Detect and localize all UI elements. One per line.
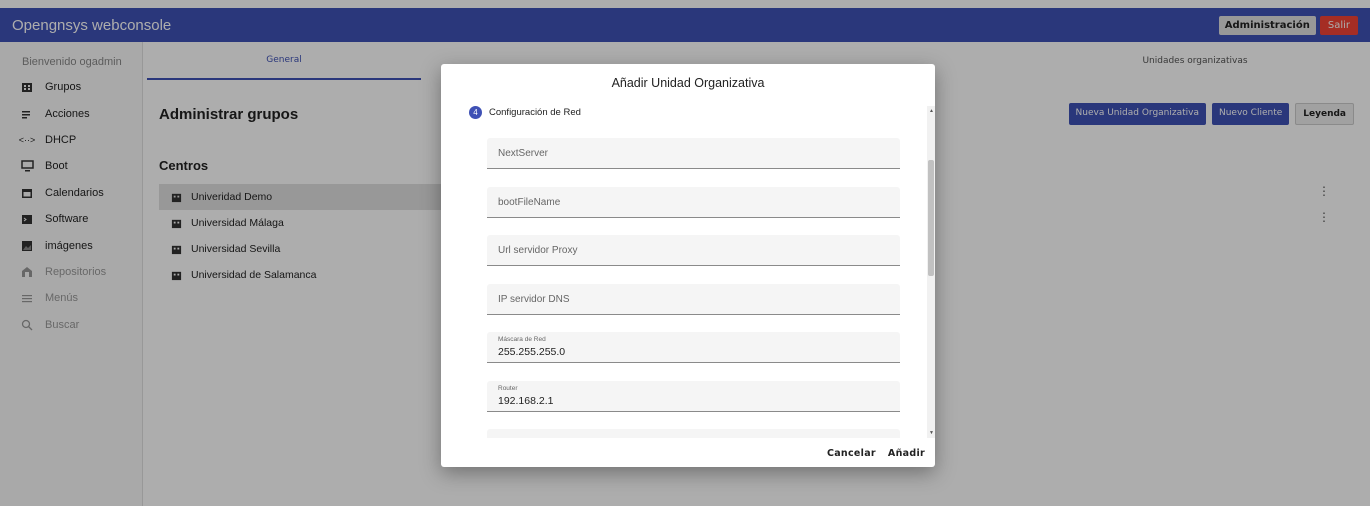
dialog-scrollbar[interactable]: ▲ ▼ xyxy=(927,106,935,438)
dialog-title: Añadir Unidad Organizativa xyxy=(611,76,765,90)
add-button[interactable]: Añadir xyxy=(888,448,925,459)
router-field[interactable]: Router 192.168.2.1 xyxy=(487,380,900,412)
field-placeholder: bootFileName xyxy=(498,196,561,208)
dialog-actions: Cancelar Añadir xyxy=(827,448,925,459)
field-label: Máscara de Red xyxy=(498,336,546,343)
form-fields: NextServer bootFileName Url servidor Pro… xyxy=(487,138,900,438)
stepper-step[interactable]: 4 Configuración de Red xyxy=(469,106,581,119)
bootfilename-field[interactable]: bootFileName xyxy=(487,186,900,218)
field-value: 192.168.2.1 xyxy=(498,394,554,407)
step-label: Configuración de Red xyxy=(489,107,581,118)
nextserver-field[interactable]: NextServer xyxy=(487,138,900,169)
field-label: Router xyxy=(498,384,518,392)
add-unit-dialog: Añadir Unidad Organizativa 4 Configuraci… xyxy=(441,64,935,467)
cancel-button[interactable]: Cancelar xyxy=(827,448,876,459)
field-placeholder: NextServer xyxy=(498,148,549,159)
field-placeholder: IP servidor DNS xyxy=(498,293,570,305)
netmask-field[interactable]: Máscara de Red 255.255.255.0 xyxy=(487,332,900,363)
scroll-thumb[interactable] xyxy=(928,160,934,276)
dns-ip-field[interactable]: IP servidor DNS xyxy=(487,283,900,315)
step-number-badge: 4 xyxy=(469,106,482,119)
field-placeholder: Url servidor Proxy xyxy=(498,245,578,256)
scroll-down-icon[interactable]: ▼ xyxy=(929,430,934,436)
proxy-url-field[interactable]: Url servidor Proxy xyxy=(487,235,900,266)
scroll-up-icon[interactable]: ▲ xyxy=(929,108,934,114)
field-value: 255.255.255.0 xyxy=(498,346,566,358)
next-field-partial[interactable] xyxy=(487,429,900,438)
